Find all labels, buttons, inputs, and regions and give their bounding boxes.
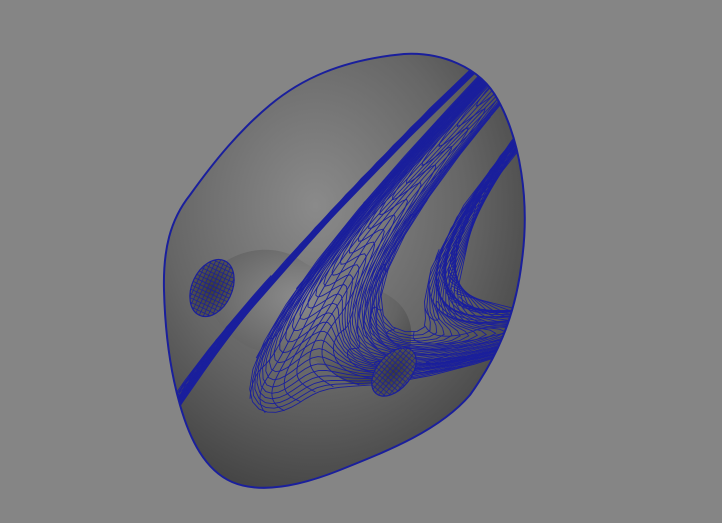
- viewport-canvas[interactable]: [0, 0, 722, 523]
- wire-edge: [492, 53, 525, 61]
- wire-edge: [514, 53, 525, 145]
- nose-mesh[interactable]: [128, 0, 722, 523]
- wire-edge: [718, 0, 722, 336]
- wire-edge: [461, 53, 525, 86]
- wire-edge: [508, 0, 722, 42]
- maya-viewport[interactable]: [0, 0, 722, 523]
